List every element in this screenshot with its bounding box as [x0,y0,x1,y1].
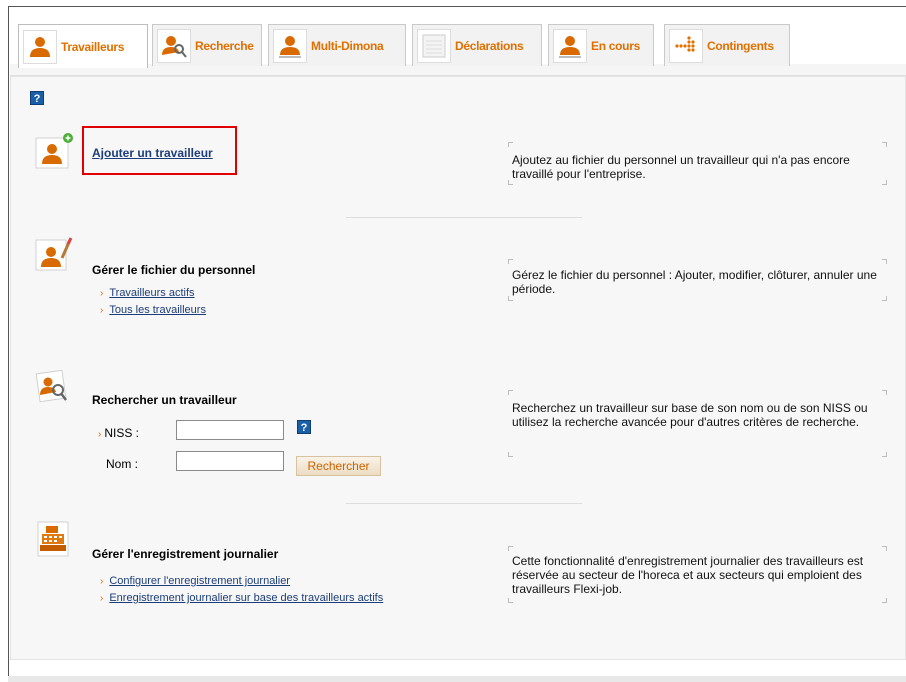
manage-file-title: Gérer le fichier du personnel [92,263,256,277]
corner-mark [882,259,887,264]
search-worker-description: Recherchez un travailleur sur base de so… [512,401,868,429]
corner-mark [882,452,887,457]
corner-mark [508,259,513,264]
help-icon[interactable]: ? [30,91,44,105]
tab-multi-dimona[interactable]: Multi-Dimona [268,24,406,66]
edit-worker-icon [34,236,73,274]
corner-mark [508,546,513,551]
tab-label: Déclarations [455,38,524,53]
corner-mark [508,452,513,457]
add-worker-icon [34,132,73,170]
corner-mark [882,598,887,603]
daily-registration-active-link[interactable]: Enregistrement journalier sur base des t… [109,592,383,604]
add-worker-link[interactable]: Ajouter un travailleur [92,146,213,160]
corner-mark [882,180,887,185]
daily-registration-description: Cette fonctionnalité d'enregistrement jo… [512,554,864,596]
bullet-icon: › [100,593,104,604]
list-item: › Tous les travailleurs [100,304,206,316]
search-button[interactable]: Rechercher [296,456,381,476]
list-item: › Travailleurs actifs [100,287,195,299]
niss-help-icon[interactable]: ? [297,420,311,434]
list-item: › Enregistrement journalier sur base des … [100,592,383,604]
corner-mark [508,390,513,395]
tab-label: Travailleurs [61,39,125,54]
tab-label: Recherche [195,38,254,53]
bullet-icon: › [100,576,104,587]
search-worker-title: Rechercher un travailleur [92,393,237,407]
bullet-icon: › [100,288,104,299]
bullet-icon: › [98,429,102,440]
corner-mark [882,142,887,147]
corner-mark [508,142,513,147]
daily-registration-title: Gérer l'enregistrement journalier [92,547,279,561]
tab-travailleurs[interactable]: Travailleurs [18,24,148,68]
name-input[interactable] [176,451,284,471]
bullet-icon: › [100,305,104,316]
corner-mark [882,546,887,551]
tab-contingents[interactable]: Contingents [664,24,790,66]
all-workers-link[interactable]: Tous les travailleurs [109,304,206,316]
search-worker-icon [34,368,72,406]
configure-daily-registration-link[interactable]: Configurer l'enregistrement journalier [109,575,290,587]
tab-label: Multi-Dimona [311,38,384,53]
multi-worker-icon [273,28,307,63]
add-worker-description: Ajoutez au fichier du personnel un trava… [512,153,850,181]
name-label: Nom : [106,457,139,471]
section-divider [346,217,582,218]
corner-mark [882,390,887,395]
tab-label: En cours [591,38,640,53]
document-icon [417,28,451,63]
corner-mark [508,296,513,301]
worker-pending-icon [553,28,587,63]
tab-en-cours[interactable]: En cours [548,24,654,66]
cash-register-icon [34,520,72,558]
corner-mark [508,598,513,603]
list-item: › Configurer l'enregistrement journalier [100,575,290,587]
tab-label: Contingents [707,38,774,53]
search-worker-icon [157,28,191,63]
section-divider [346,503,582,504]
worker-icon [23,29,57,64]
niss-label: › NISS : [98,426,140,440]
corner-mark [882,296,887,301]
manage-file-description: Gérez le fichier du personnel : Ajouter,… [512,268,877,296]
tab-declarations[interactable]: Déclarations [412,24,542,66]
active-workers-link[interactable]: Travailleurs actifs [109,287,194,299]
grid-dots-icon [669,28,703,63]
bottom-shadow [8,676,906,682]
niss-input[interactable] [176,420,284,440]
tab-recherche[interactable]: Recherche [152,24,262,66]
